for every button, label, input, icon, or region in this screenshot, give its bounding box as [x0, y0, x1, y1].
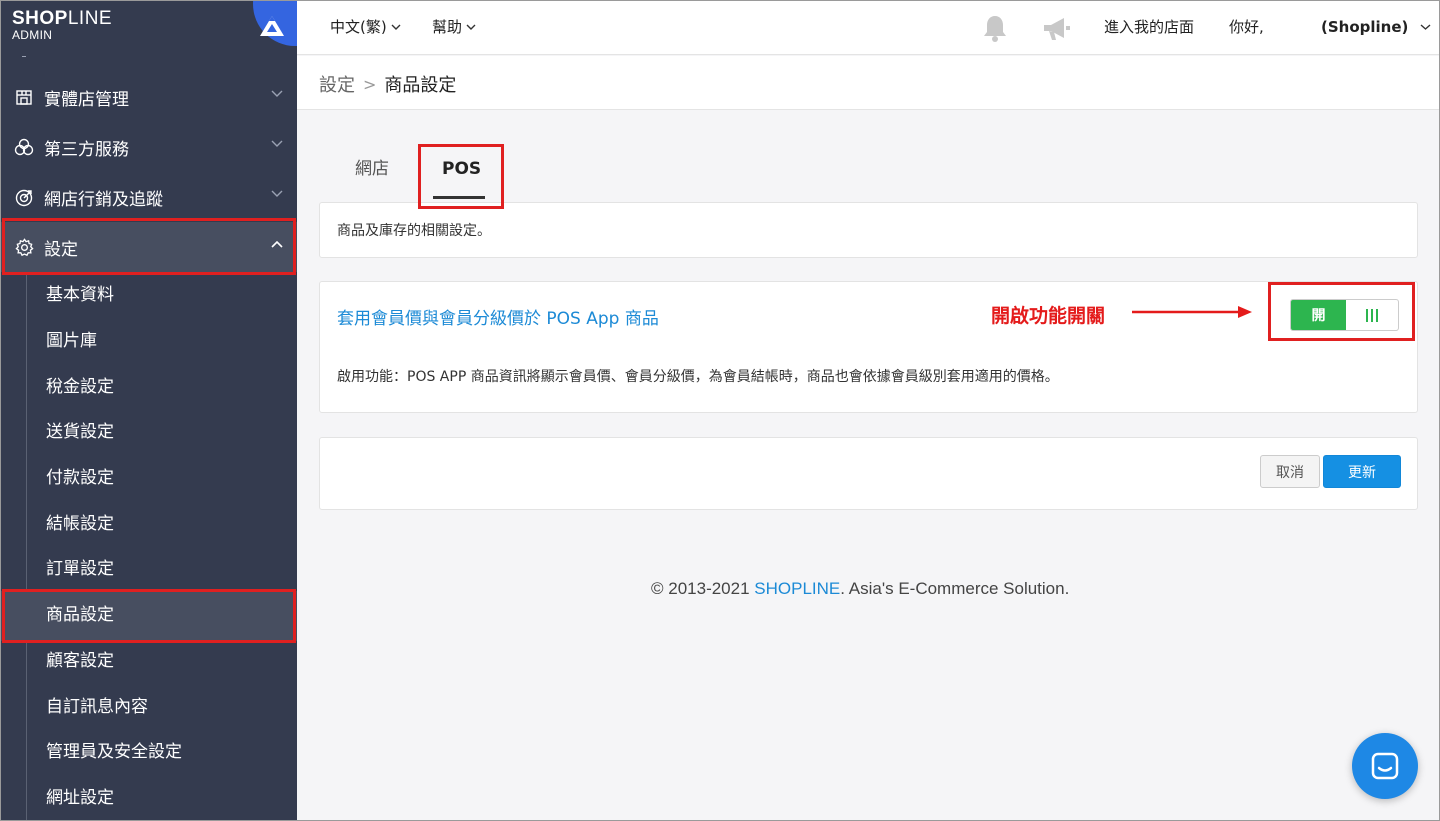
sidebar-sub-domain[interactable]: 網址設定 [46, 786, 114, 810]
cancel-button[interactable]: 取消 [1260, 455, 1320, 488]
chevron-up-icon [271, 240, 283, 248]
chevron-down-icon [271, 140, 283, 147]
feature-card: 套用會員價與會員分級價於 POS App 商品 開啟功能開關 開 啟用功能：PO… [319, 281, 1418, 413]
sidebar-sub-product[interactable]: 商品設定 [46, 603, 114, 627]
enter-store-link[interactable]: 進入我的店面 [1104, 0, 1194, 55]
shopline-logo[interactable]: SHOPLINE ADMIN [12, 9, 112, 42]
footer-tagline: . Asia's E-Commerce Solution. [840, 579, 1070, 598]
sidebar-item-third-party[interactable]: 第三方服務 [0, 122, 297, 172]
tab-web-store[interactable]: 網店 [355, 154, 389, 184]
toggle-handle-icon[interactable] [1346, 300, 1398, 330]
logo-subtitle: ADMIN [12, 28, 53, 42]
annotation-label: 開啟功能開關 [991, 305, 1106, 327]
description-card: 商品及庫存的相關設定。 [319, 202, 1418, 258]
update-button[interactable]: 更新 [1323, 455, 1401, 488]
sidebar-sub-tax[interactable]: 稅金設定 [46, 375, 114, 399]
sidebar-sub-checkout[interactable]: 結帳設定 [46, 512, 114, 536]
page-header: 設定 > 商品設定 [297, 56, 1440, 110]
sidebar-sub-order[interactable]: 訂單設定 [46, 557, 114, 581]
sidebar-item-label: 網店行銷及追蹤 [44, 189, 163, 210]
brand-badge[interactable] [253, 0, 297, 46]
active-sub-highlight [0, 591, 297, 641]
footer-brand-link[interactable]: SHOPLINE [754, 579, 840, 598]
sidebar-item-label: 設定 [44, 239, 78, 260]
divider [22, 56, 26, 57]
sidebar-sub-payment[interactable]: 付款設定 [46, 466, 114, 490]
feature-description: 啟用功能：POS APP 商品資訊將顯示會員價、會員分級價，為會員結帳時，商品也… [337, 369, 1059, 385]
feature-title: 套用會員價與會員分級價於 POS App 商品 [337, 309, 659, 329]
sidebar-item-retail-store[interactable]: 實體店管理 [0, 72, 297, 122]
sidebar-sub-customer[interactable]: 顧客設定 [46, 649, 114, 673]
greeting-text: 你好, [1229, 18, 1264, 36]
store-icon [14, 87, 34, 107]
target-icon [14, 187, 34, 207]
sidebar-item-settings[interactable]: 設定 [0, 222, 297, 272]
chevron-down-icon [391, 24, 401, 30]
tab-pos[interactable]: POS [442, 154, 481, 184]
member-price-toggle[interactable]: 開 [1290, 299, 1399, 331]
chat-button[interactable] [1352, 733, 1418, 799]
actions-card: 取消 更新 [319, 437, 1418, 510]
breadcrumb-separator: > [363, 74, 377, 94]
sidebar-sub-basic-info[interactable]: 基本資料 [46, 283, 114, 307]
footer-copyright: © 2013-2021 [651, 579, 755, 598]
chevron-down-icon [1420, 24, 1431, 30]
chevron-down-icon [271, 190, 283, 197]
sidebar-sub-delivery[interactable]: 送貨設定 [46, 420, 114, 444]
toggle-on-label: 開 [1291, 300, 1346, 330]
language-select[interactable]: 中文(繁) [330, 0, 401, 55]
submenu-guide-line [26, 273, 27, 821]
services-icon [14, 137, 34, 157]
sidebar: SHOPLINE ADMIN 實體店管理 第三方服務 網店行銷及追蹤 設定 基本… [0, 0, 297, 821]
brand-logo-icon [260, 16, 284, 36]
sidebar-item-marketing[interactable]: 網店行銷及追蹤 [0, 172, 297, 222]
page-title: 商品設定 [384, 75, 457, 96]
chevron-down-icon [271, 90, 283, 97]
megaphone-icon[interactable] [1042, 16, 1072, 46]
bell-icon[interactable] [982, 14, 1008, 46]
footer: © 2013-2021 SHOPLINE. Asia's E-Commerce … [651, 579, 1069, 599]
sidebar-item-label: 第三方服務 [44, 139, 129, 160]
sidebar-item-label: 實體店管理 [44, 89, 129, 110]
help-menu[interactable]: 幫助 [432, 0, 476, 55]
gear-icon [14, 237, 34, 257]
topbar: 中文(繁) 幫助 進入我的店面 你好, (Shopline) [297, 0, 1440, 55]
sidebar-sub-custom-message[interactable]: 自訂訊息內容 [46, 695, 148, 719]
user-menu[interactable]: (Shopline) [1321, 0, 1431, 55]
section-description: 商品及庫存的相關設定。 [337, 223, 491, 239]
sidebar-sub-image-library[interactable]: 圖片庫 [46, 329, 97, 353]
annotation-arrow-icon [1132, 306, 1252, 318]
active-tab-indicator [433, 196, 485, 199]
sidebar-sub-admin-security[interactable]: 管理員及安全設定 [46, 740, 182, 764]
chevron-down-icon [466, 24, 476, 30]
breadcrumb-parent[interactable]: 設定 [319, 71, 355, 97]
breadcrumb: 設定 > 商品設定 [319, 71, 456, 97]
chat-icon [1371, 752, 1399, 780]
